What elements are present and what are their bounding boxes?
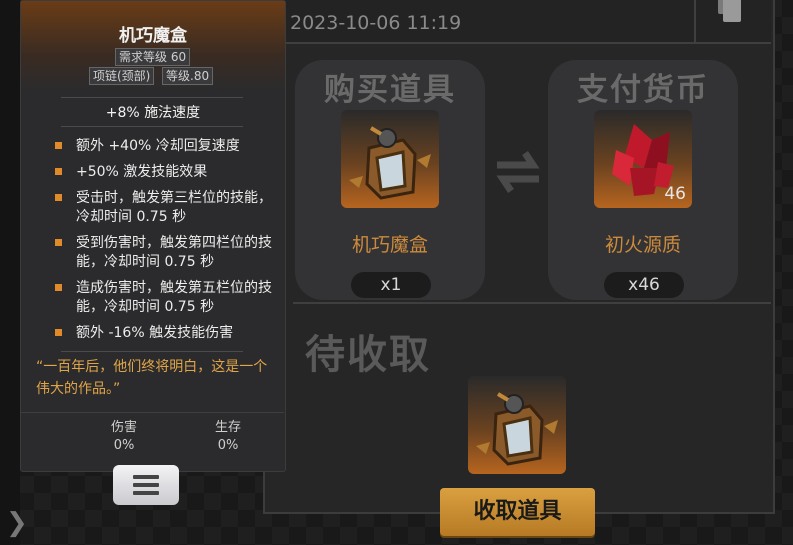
effect-item: 受到伤害时，触发第四栏位的技能，冷却时间 0.75 秒 [55, 234, 275, 272]
buy-quantity: x1 [351, 272, 431, 298]
main-stat: +8% 施法速度 [105, 105, 201, 121]
effect-item: 额外 -16% 触发技能伤害 [55, 324, 275, 343]
effect-item: 受击时，触发第三栏位的技能，冷却时间 0.75 秒 [55, 189, 275, 227]
tooltip-stats: 伤害 0% 生存 0% [20, 412, 284, 469]
survival-label: 生存 [214, 420, 241, 435]
flavor-text: “一百年后，他们终将明白，这是一个伟大的作品。” [36, 359, 268, 397]
tooltip-divider [61, 126, 243, 127]
left-edge [0, 0, 20, 545]
damage-label: 伤害 [110, 420, 137, 435]
currency-crystal-icon[interactable]: 46 [594, 110, 692, 208]
copy-icon[interactable] [712, 0, 746, 22]
claim-items-button[interactable]: 收取道具 [440, 488, 595, 536]
bullet-icon [55, 329, 62, 336]
bullet-icon [55, 194, 62, 201]
order-date: 2023-10-06 11:19 [290, 12, 462, 34]
buy-item-card: 购买道具 机巧魔盒 x1 [295, 60, 485, 300]
bullet-icon [55, 168, 62, 175]
tooltip-divider [61, 351, 243, 352]
buy-title: 购买道具 [324, 72, 456, 108]
pending-item-icon[interactable] [468, 376, 566, 474]
damage-value: 0% [113, 438, 135, 453]
required-level-tag: 需求等级 60 [115, 48, 191, 66]
pay-currency-card: 支付货币 46 初火源质 x46 [548, 60, 738, 300]
effects-list: 额外 +40% 冷却回复速度 +50% 激发技能效果 受击时，触发第三栏位的技能… [55, 137, 275, 350]
tooltip-divider [61, 97, 243, 98]
bullet-icon [55, 284, 62, 291]
currency-count-badge: 46 [664, 184, 686, 204]
bullet-icon [55, 239, 62, 246]
bullet-icon [55, 142, 62, 149]
item-level-tag: 等级.80 [162, 67, 214, 85]
item-tooltip: 机巧魔盒 需求等级 60 项链(颈部) 等级.80 +8% 施法速度 额外 +4… [20, 0, 286, 472]
effect-item: 额外 +40% 冷却回复速度 [55, 137, 275, 156]
section-divider [293, 302, 771, 304]
tooltip-item-name: 机巧魔盒 [119, 26, 187, 46]
chevron-right-icon[interactable]: ❯ [6, 508, 28, 538]
slot-tag: 项链(颈部) [89, 67, 155, 85]
survival-value: 0% [217, 438, 239, 453]
survival-stat: 生存 0% [198, 419, 258, 455]
effect-item: 造成伤害时，触发第五栏位的技能，冷却时间 0.75 秒 [55, 279, 275, 317]
menu-button[interactable] [113, 465, 179, 505]
pay-title: 支付货币 [577, 72, 709, 108]
exchange-arrows-icon [493, 135, 543, 205]
buy-item-name: 机巧魔盒 [351, 234, 428, 256]
effect-item: +50% 激发技能效果 [55, 163, 275, 182]
damage-stat: 伤害 0% [94, 419, 154, 455]
pay-currency-name: 初火源质 [604, 234, 681, 256]
pending-title: 待收取 [305, 332, 431, 378]
header-divider [694, 0, 696, 42]
pay-quantity: x46 [604, 272, 684, 298]
buy-item-icon[interactable] [341, 110, 439, 208]
